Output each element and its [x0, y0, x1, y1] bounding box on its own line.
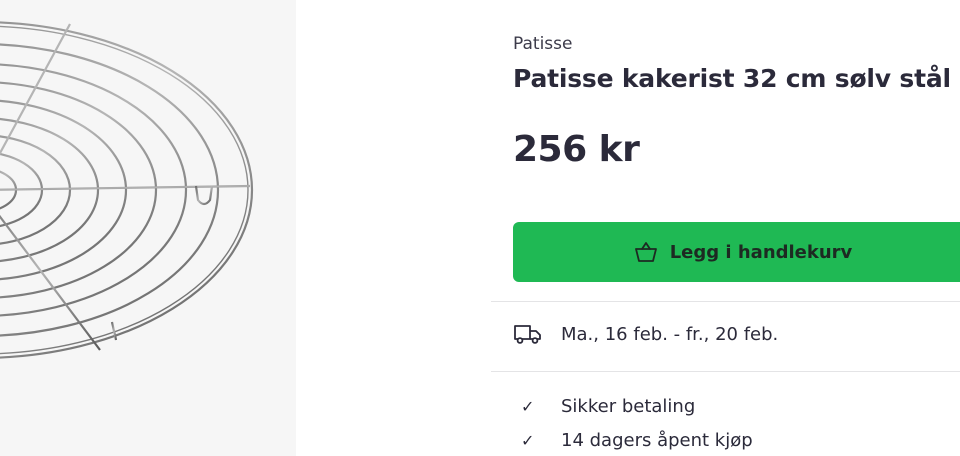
add-to-cart-button[interactable]: Legg i handlekurv — [513, 222, 960, 282]
delivery-truck-icon — [513, 322, 543, 346]
add-to-cart-label: Legg i handlekurv — [669, 241, 853, 263]
divider — [491, 301, 960, 302]
usp-text: 14 dagers åpent kjøp — [561, 430, 753, 451]
check-icon: ✓ — [521, 431, 535, 450]
usp-text: Sikker betaling — [561, 396, 696, 417]
product-price: 256 kr — [513, 129, 640, 170]
usp-item: ✓ Sikker betaling — [521, 396, 695, 417]
product-title: Patisse kakerist 32 cm sølv stål — [513, 64, 951, 93]
cooling-rack-illustration — [0, 21, 254, 359]
delivery-date-text: Ma., 16 feb. - fr., 20 feb. — [561, 323, 779, 345]
usp-item: ✓ 14 dagers åpent kjøp — [521, 430, 753, 451]
check-icon: ✓ — [521, 397, 535, 416]
divider — [491, 371, 960, 372]
product-brand[interactable]: Patisse — [513, 34, 572, 54]
delivery-estimate: Ma., 16 feb. - fr., 20 feb. — [513, 322, 778, 346]
basket-icon — [634, 241, 658, 263]
product-info: Patisse Patisse kakerist 32 cm sølv stål… — [491, 0, 960, 456]
product-image[interactable] — [0, 0, 296, 456]
